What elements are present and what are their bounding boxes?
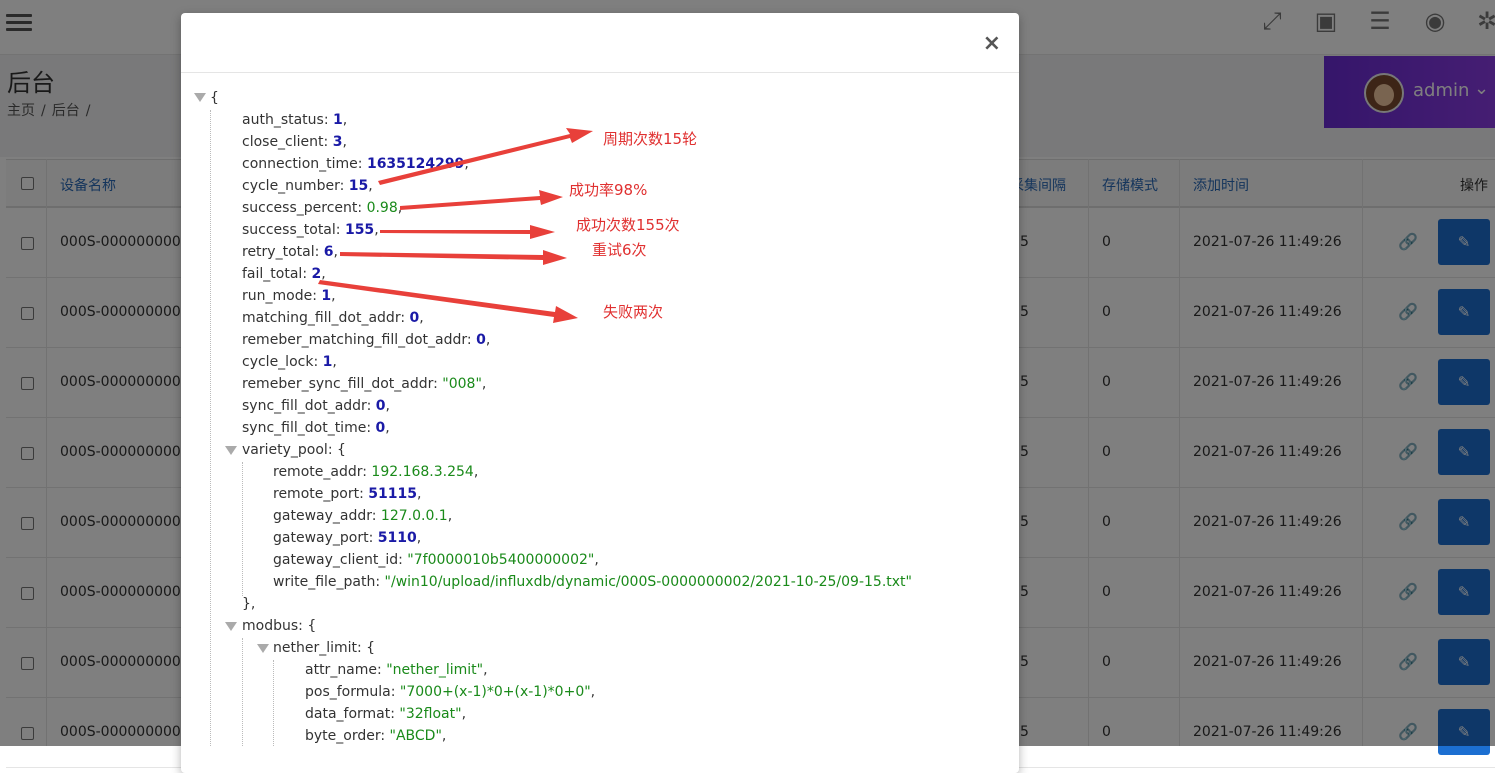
annotation-success-count: 成功次数155次: [576, 216, 680, 234]
annotation-fail: 失败两次: [603, 303, 664, 321]
indent-guide: [210, 110, 211, 746]
json-line: gateway_addr: 127.0.0.1,: [273, 508, 453, 524]
json-detail-modal: × { auth_status: 1, close_client: 3, connec…: [181, 13, 1019, 773]
json-line: variety_pool: {: [242, 442, 346, 458]
json-line: success_percent: 0.98,: [242, 200, 403, 216]
json-line: cycle_number: 15,: [242, 178, 373, 194]
json-line: data_format: "32float",: [305, 706, 467, 722]
json-line: sync_fill_dot_time: 0,: [242, 420, 390, 436]
json-line: run_mode: 1,: [242, 288, 336, 304]
json-line: gateway_port: 5110,: [273, 530, 422, 546]
indent-guide: [273, 660, 274, 746]
json-line: sync_fill_dot_addr: 0,: [242, 398, 390, 414]
json-line: remote_port: 51115,: [273, 486, 422, 502]
json-line: close_client: 3,: [242, 134, 347, 150]
json-line: nether_limit: {: [273, 640, 376, 656]
json-line: cycle_lock: 1,: [242, 354, 337, 370]
json-line: fail_total: 2,: [242, 266, 326, 282]
collapse-toggle-variety-pool[interactable]: [225, 446, 237, 455]
collapse-toggle-root[interactable]: [194, 93, 206, 102]
close-button[interactable]: ×: [983, 31, 1001, 56]
annotation-success-rate: 成功率98%: [569, 181, 648, 199]
json-line: success_total: 155,: [242, 222, 379, 238]
json-line: remeber_matching_fill_dot_addr: 0,: [242, 332, 491, 348]
collapse-toggle-nether-limit[interactable]: [257, 644, 269, 653]
json-brace: },: [242, 596, 256, 612]
json-line: auth_status: 1,: [242, 112, 348, 128]
indent-guide: [242, 638, 243, 746]
json-line: pos_formula: "7000+(x-1)*0+(x-1)*0+0",: [305, 684, 596, 700]
json-line: matching_fill_dot_addr: 0,: [242, 310, 424, 326]
json-line: gateway_client_id: "7f0000010b5400000002…: [273, 552, 599, 568]
json-line: remeber_sync_fill_dot_addr: "008",: [242, 376, 487, 392]
json-line: connection_time: 1635124299,: [242, 156, 469, 172]
json-line: attr_name: "nether_limit",: [305, 662, 488, 678]
json-line: modbus: {: [242, 618, 317, 634]
json-line: remote_addr: 192.168.3.254,: [273, 464, 479, 480]
annotation-retry: 重试6次: [592, 241, 647, 259]
modal-header: ×: [181, 13, 1019, 73]
json-brace: {: [210, 90, 219, 106]
json-line: byte_order: "ABCD",: [305, 728, 447, 744]
json-line: retry_total: 6,: [242, 244, 338, 260]
json-line: write_file_path: "/win10/upload/influxdb…: [273, 574, 912, 590]
collapse-toggle-modbus[interactable]: [225, 622, 237, 631]
indent-guide: [242, 462, 243, 596]
annotation-cycle: 周期次数15轮: [603, 130, 698, 148]
